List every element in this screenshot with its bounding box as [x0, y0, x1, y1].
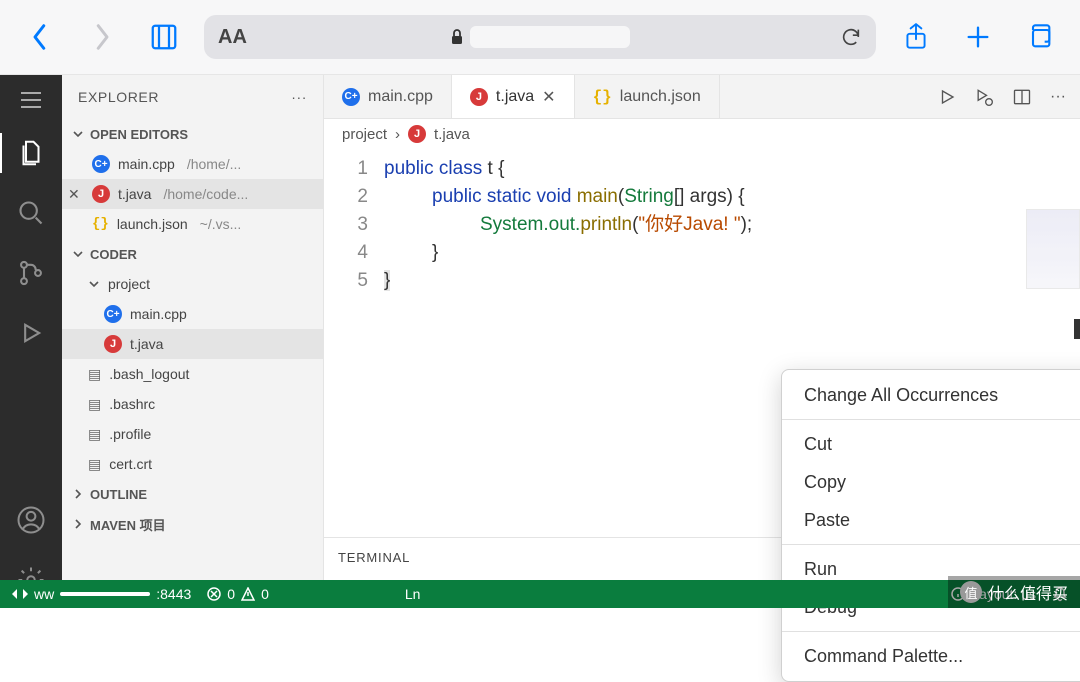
- file-row[interactable]: ▤ .profile: [62, 419, 323, 449]
- run-button[interactable]: [938, 88, 956, 106]
- close-tab-button[interactable]: ✕: [542, 87, 555, 107]
- minimap[interactable]: [1026, 209, 1080, 289]
- context-menu: Change All Occurrences⌘F2 Cut Copy Paste…: [781, 369, 1080, 682]
- menu-command-palette[interactable]: Command Palette...⇧⌘P: [782, 637, 1080, 675]
- chevron-down-icon: [72, 128, 84, 140]
- tabs-overview-button[interactable]: [1018, 15, 1062, 59]
- menu-cut[interactable]: Cut: [782, 425, 1080, 463]
- open-editor-item[interactable]: ✕ J t.java /home/code...: [62, 179, 323, 209]
- tab-t-java[interactable]: J t.java ✕: [452, 75, 575, 118]
- menu-copy[interactable]: Copy: [782, 463, 1080, 501]
- maven-header[interactable]: MAVEN 项目: [62, 509, 323, 539]
- java-icon: J: [104, 335, 122, 353]
- explorer-sidebar: EXPLORER ··· OPEN EDITORS C+ main.cpp /h…: [62, 75, 324, 608]
- workspace-header[interactable]: CODER: [62, 239, 323, 269]
- file-row[interactable]: ▤ .bash_logout: [62, 359, 323, 389]
- activity-account[interactable]: [0, 492, 62, 548]
- open-editor-item[interactable]: {} launch.json ~/.vs...: [62, 209, 323, 239]
- terminal-tab[interactable]: TERMINAL: [338, 550, 410, 565]
- file-row[interactable]: ▤ .bashrc: [62, 389, 323, 419]
- file-row[interactable]: ▤ cert.crt: [62, 449, 323, 479]
- error-icon: [207, 587, 221, 601]
- remote-icon: [12, 587, 28, 601]
- json-icon: {}: [593, 88, 612, 106]
- cpp-icon: C+: [342, 88, 360, 106]
- warning-icon: [241, 587, 255, 601]
- sidebar-more-icon[interactable]: ···: [291, 89, 307, 105]
- file-icon: ▤: [88, 456, 101, 473]
- watermark-badge: 值: [960, 581, 982, 603]
- close-editor-button[interactable]: ✕: [68, 186, 80, 203]
- split-editor-button[interactable]: [1012, 87, 1032, 107]
- chevron-down-icon: [88, 278, 100, 290]
- editor-area: C+ main.cpp J t.java ✕ {} launch.json ··…: [324, 75, 1080, 608]
- url-redacted: [470, 26, 630, 48]
- menu-paste[interactable]: Paste: [782, 501, 1080, 539]
- cursor-position[interactable]: Ln: [405, 586, 421, 602]
- menu-separator: [782, 631, 1080, 632]
- activity-bar: [0, 75, 62, 608]
- editor-more-button[interactable]: ···: [1050, 88, 1066, 106]
- menu-button[interactable]: [0, 87, 62, 113]
- browser-toolbar: AA: [0, 0, 1080, 75]
- reload-button[interactable]: [840, 26, 862, 48]
- open-editors-header[interactable]: OPEN EDITORS: [62, 119, 323, 149]
- chevron-right-icon: [72, 518, 84, 530]
- open-editor-item[interactable]: C+ main.cpp /home/...: [62, 149, 323, 179]
- text-size-button[interactable]: AA: [218, 26, 247, 49]
- outline-header[interactable]: OUTLINE: [62, 479, 323, 509]
- cpp-icon: C+: [92, 155, 110, 173]
- forward-button[interactable]: [80, 15, 124, 59]
- activity-debug[interactable]: [0, 305, 62, 361]
- share-button[interactable]: [894, 15, 938, 59]
- remote-indicator[interactable]: ww:8443: [12, 586, 191, 602]
- java-icon: J: [92, 185, 110, 203]
- cpp-icon: C+: [104, 305, 122, 323]
- file-icon: ▤: [88, 426, 101, 443]
- folder-row[interactable]: project: [62, 269, 323, 299]
- chevron-right-icon: ›: [395, 126, 400, 143]
- file-icon: ▤: [88, 366, 101, 383]
- line-gutter: 1 2 3 4 5: [324, 149, 380, 537]
- run-debug-button[interactable]: [974, 87, 994, 107]
- chevron-right-icon: [72, 488, 84, 500]
- lock-icon: [450, 28, 464, 46]
- sidebar-title: EXPLORER: [78, 89, 159, 105]
- tab-launch-json[interactable]: {} launch.json: [575, 75, 720, 118]
- code-content[interactable]: public class t { public static void main…: [380, 149, 752, 537]
- file-row[interactable]: C+ main.cpp: [62, 299, 323, 329]
- new-tab-button[interactable]: [956, 15, 1000, 59]
- problems-indicator[interactable]: 0 0: [207, 586, 269, 602]
- java-icon: J: [470, 88, 488, 106]
- address-bar[interactable]: AA: [204, 15, 876, 59]
- breadcrumb[interactable]: project › J t.java: [324, 119, 1080, 149]
- file-row[interactable]: J t.java: [62, 329, 323, 359]
- bookmarks-button[interactable]: [142, 15, 186, 59]
- watermark: 值 什么值得买: [948, 576, 1080, 608]
- menu-change-all-occurrences[interactable]: Change All Occurrences⌘F2: [782, 376, 1080, 414]
- activity-source-control[interactable]: [0, 245, 62, 301]
- java-icon: J: [408, 125, 426, 143]
- activity-explorer[interactable]: [0, 125, 62, 181]
- menu-separator: [782, 419, 1080, 420]
- back-button[interactable]: [18, 15, 62, 59]
- tab-main-cpp[interactable]: C+ main.cpp: [324, 75, 452, 118]
- file-icon: ▤: [88, 396, 101, 413]
- tab-bar: C+ main.cpp J t.java ✕ {} launch.json ··…: [324, 75, 1080, 119]
- activity-search[interactable]: [0, 185, 62, 241]
- sash-indicator: [1074, 319, 1080, 339]
- json-icon: {}: [92, 216, 109, 232]
- menu-separator: [782, 544, 1080, 545]
- status-bar: ww:8443 0 0 Ln Layout: us 值 什么值得买: [0, 580, 1080, 608]
- chevron-down-icon: [72, 248, 84, 260]
